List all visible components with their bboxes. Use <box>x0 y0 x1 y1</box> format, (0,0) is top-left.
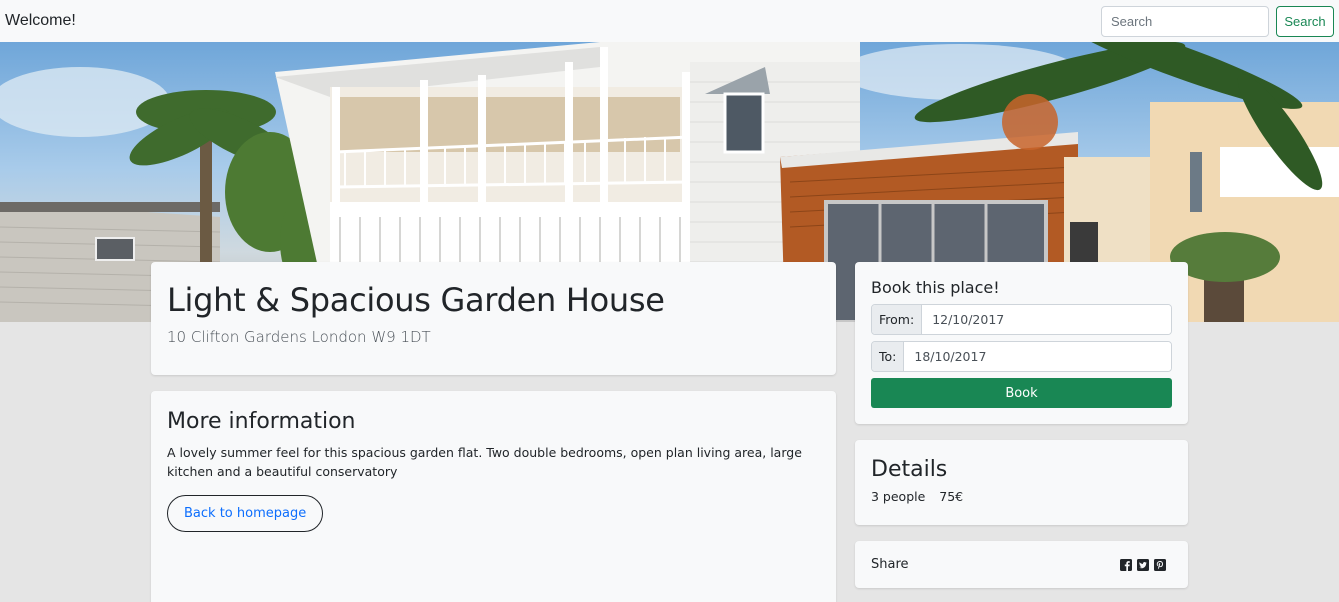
facebook-icon[interactable] <box>1120 558 1132 571</box>
from-date-group: From: <box>871 304 1172 335</box>
search-input[interactable] <box>1101 5 1269 37</box>
search-button[interactable]: Search <box>1276 5 1334 37</box>
back-to-homepage-button[interactable]: Back to homepage <box>167 495 324 533</box>
share-icons <box>1120 558 1166 571</box>
share-card: Share <box>855 541 1188 588</box>
to-date-input[interactable] <box>904 342 1171 371</box>
booking-card: Book this place! From: To: Book <box>855 262 1188 424</box>
search-form: Search <box>1101 5 1334 37</box>
listing-title: Light & Spacious Garden House <box>167 281 665 319</box>
details-card: Details 3 people 75€ <box>855 440 1188 525</box>
twitter-icon[interactable] <box>1137 558 1149 571</box>
to-date-group: To: <box>871 341 1172 372</box>
people-count: 3 people <box>871 489 926 504</box>
share-label: Share <box>871 557 909 572</box>
more-information-heading: More information <box>167 409 356 434</box>
details-row: 3 people 75€ <box>871 489 1172 504</box>
more-information-card: More information A lovely summer feel fo… <box>151 391 836 602</box>
details-heading: Details <box>871 457 948 482</box>
book-button[interactable]: Book <box>871 378 1172 408</box>
listing-address: 10 Clifton Gardens London W9 1DT <box>167 327 431 346</box>
nightly-price: 75€ <box>939 489 964 504</box>
booking-heading: Book this place! <box>871 278 1000 297</box>
pinterest-icon[interactable] <box>1154 558 1166 571</box>
listing-description: A lovely summer feel for this spacious g… <box>167 445 802 480</box>
top-navbar: Welcome! Search <box>0 0 1339 42</box>
brand-link[interactable]: Welcome! <box>5 12 76 30</box>
to-label: To: <box>872 342 905 371</box>
from-date-input[interactable] <box>922 305 1171 334</box>
from-label: From: <box>872 305 923 334</box>
listing-title-card: Light & Spacious Garden House 10 Clifton… <box>151 262 836 375</box>
